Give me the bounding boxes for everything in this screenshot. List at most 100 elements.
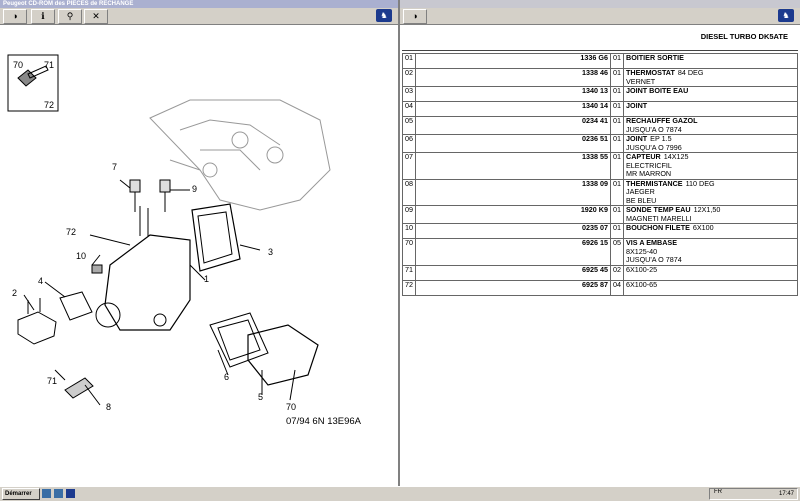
part-name: JOINT	[626, 101, 648, 110]
part-description: BOUCHON FILETE 6X100	[623, 223, 798, 239]
quicklaunch-icon-1[interactable]	[42, 489, 51, 498]
part-reference: 0236 51	[415, 134, 611, 153]
part-reference: 1340 14	[415, 101, 611, 117]
part-reference: 1920 K9	[415, 205, 611, 224]
table-row[interactable]: 01 1336 G6 01 BOITIER SORTIE	[402, 53, 798, 69]
part-reference: 1338 55	[415, 152, 611, 180]
diagram-label-72: 72	[44, 100, 54, 110]
part-description: CAPTEUR 14X125 ELECTRICFIL MR MARRON	[623, 152, 798, 180]
part-description: JOINT	[623, 101, 798, 117]
title-divider	[402, 50, 798, 51]
part-description: VIS A EMBASE 8X125-40 JUSQU'A O 7874	[623, 238, 798, 266]
diagram-pane: Peugeot CD-ROM des PIECES de RECHANGE ◑ …	[0, 0, 398, 486]
quicklaunch-icon-2[interactable]	[54, 489, 63, 498]
table-row[interactable]: 04 1340 14 01 JOINT	[402, 101, 798, 117]
part-quantity: 01	[610, 152, 624, 180]
left-toolbar: ◑ ℹ ⚲ ✕ ♞	[0, 8, 398, 25]
parts-list-title: DIESEL TURBO DK5ATE	[700, 32, 788, 41]
diagram-label-4: 4	[38, 276, 43, 286]
part-detail: 110 DEG	[685, 178, 715, 188]
diagram-label-70b: 70	[286, 402, 296, 412]
part-detail: 6X100-25	[626, 264, 658, 274]
part-reference: 6925 87	[415, 279, 611, 296]
table-row[interactable]: 72 6925 87 04 6X100-65	[402, 279, 798, 296]
row-number: 09	[402, 205, 416, 224]
table-row[interactable]: 06 0236 51 01 JOINT EP 1.5 JUSQU'A O 7996	[402, 134, 798, 153]
window-title: Peugeot CD-ROM des PIECES de RECHANGE	[0, 0, 398, 8]
taskbar: Démarrer FR 17:47	[0, 486, 800, 501]
diagram-label-7: 7	[112, 162, 117, 172]
exploded-parts-diagram: 70 71 72 7 9 72 10 3 4 1 2 6 71 8 5 70 0…	[7, 54, 362, 427]
diagram-label-3: 3	[268, 247, 273, 257]
part-note: BE BLEU	[626, 195, 657, 205]
system-tray: 17:47	[709, 488, 798, 500]
part-quantity: 01	[610, 86, 624, 102]
part-reference: 0235 07	[415, 223, 611, 239]
row-number: 04	[402, 101, 416, 117]
right-titlebar	[400, 0, 800, 8]
back-button[interactable]: ◑	[3, 9, 27, 24]
part-reference: 1336 G6	[415, 53, 611, 69]
table-row[interactable]: 02 1338 46 01 THERMOSTAT 84 DEG VERNET	[402, 68, 798, 87]
part-note: JUSQU'A O 7996	[626, 142, 682, 152]
right-toolbar: ◑ ♞	[400, 8, 800, 25]
part-name: BOUCHON FILETE	[626, 223, 690, 232]
start-button-label: Démarrer	[5, 491, 32, 497]
diagram-label-72b: 72	[66, 227, 76, 237]
close-button[interactable]: ✕	[84, 9, 108, 24]
diagram-code: 07/94 6N 13E96A	[286, 416, 362, 427]
part-name: BOITIER SORTIE	[626, 53, 684, 62]
back-button-right[interactable]: ◑	[403, 9, 427, 24]
row-number: 05	[402, 116, 416, 135]
diagram-label-1: 1	[204, 274, 209, 284]
part-detail: 12X1,50	[693, 205, 721, 214]
part-quantity: 01	[610, 223, 624, 239]
part-description: 6X100-65	[623, 279, 798, 296]
diagram-label-71b: 71	[47, 376, 57, 386]
row-number: 08	[402, 178, 416, 206]
table-row[interactable]: 70 6926 15 05 VIS A EMBASE 8X125-40 JUSQU'A O…	[402, 238, 798, 266]
diagram-label-5: 5	[258, 392, 263, 402]
table-row[interactable]: 03 1340 13 01 JOINT BOITE EAU	[402, 86, 798, 102]
peugeot-task-icon[interactable]	[66, 489, 75, 498]
part-description: JOINT EP 1.5 JUSQU'A O 7996	[623, 134, 798, 153]
part-description: RECHAUFFE GAZOL JUSQU'A O 7874	[623, 116, 798, 135]
part-quantity: 02	[610, 264, 624, 281]
part-quantity: 04	[610, 279, 624, 296]
info-button[interactable]: ℹ	[31, 9, 55, 24]
part-description: 6X100-25	[623, 264, 798, 281]
part-quantity: 01	[610, 53, 624, 69]
part-quantity: 01	[610, 205, 624, 224]
part-quantity: 01	[610, 178, 624, 206]
part-reference: 1340 13	[415, 86, 611, 102]
part-reference: 1338 09	[415, 178, 611, 206]
table-row[interactable]: 07 1338 55 01 CAPTEUR 14X125 ELECTRICFIL MR MA…	[402, 152, 798, 180]
clock: 17:47	[778, 491, 794, 497]
part-quantity: 01	[610, 134, 624, 153]
diagram-label-8: 8	[106, 402, 111, 412]
table-row[interactable]: 10 0235 07 01 BOUCHON FILETE 6X100	[402, 223, 798, 239]
start-button[interactable]: Démarrer	[2, 488, 40, 500]
row-number: 02	[402, 68, 416, 87]
table-row[interactable]: 08 1338 09 01 THERMISTANCE 110 DEG JAEGER BE B…	[402, 178, 798, 206]
diagram-label-71: 71	[44, 60, 54, 70]
part-reference: 1338 46	[415, 68, 611, 87]
diagram-label-9: 9	[192, 184, 197, 194]
peugeot-logo-icon: ♞	[376, 9, 392, 22]
table-row[interactable]: 05 0234 41 01 RECHAUFFE GAZOL JUSQU'A O 7874	[402, 116, 798, 135]
part-note: MR MARRON	[626, 169, 672, 178]
part-reference: 6925 45	[415, 264, 611, 281]
row-number: 70	[402, 238, 416, 266]
part-note: JUSQU'A O 7874	[626, 124, 682, 134]
table-row[interactable]: 09 1920 K9 01 SONDE TEMP EAU 12X1,50 MAGNETI …	[402, 205, 798, 224]
part-quantity: 01	[610, 116, 624, 135]
row-number: 10	[402, 223, 416, 239]
diagram-label-2: 2	[12, 288, 17, 298]
table-row[interactable]: 71 6925 45 02 6X100-25	[402, 264, 798, 281]
part-reference: 0234 41	[415, 116, 611, 135]
parts-table: 01 1336 G6 01 BOITIER SORTIE 02 1338 46 01 THER…	[402, 53, 798, 296]
part-quantity: 01	[610, 101, 624, 117]
part-detail: 6X100-65	[626, 279, 658, 289]
search-button[interactable]: ⚲	[58, 9, 82, 24]
part-quantity: 01	[610, 68, 624, 87]
